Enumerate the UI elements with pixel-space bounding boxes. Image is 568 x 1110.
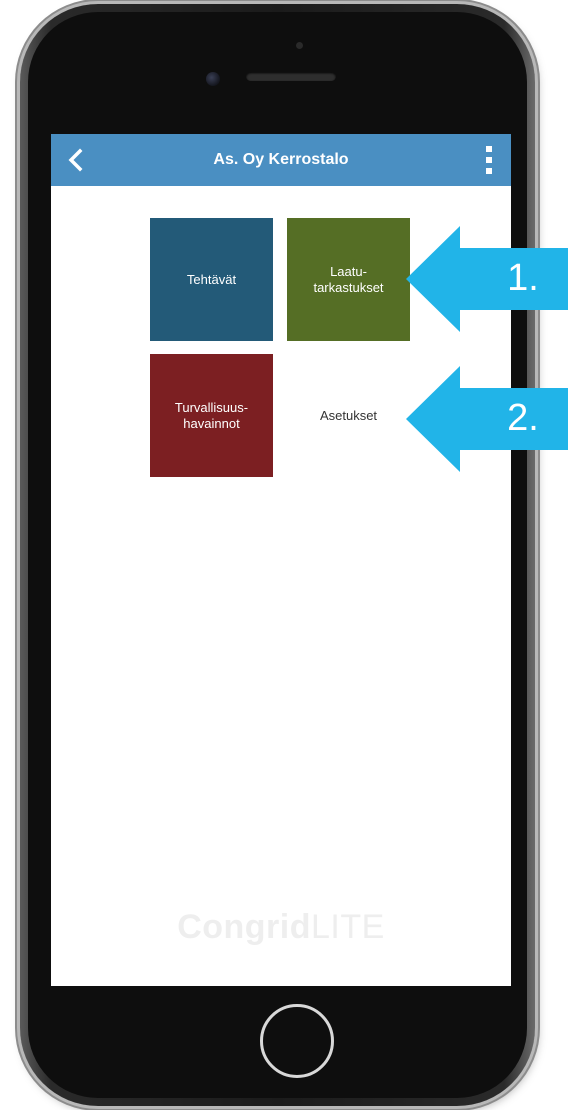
front-camera xyxy=(206,72,220,86)
tile-label: Asetukset xyxy=(319,407,378,423)
tile-label: Laatu- tarkastukset xyxy=(313,263,384,295)
back-button[interactable] xyxy=(61,144,93,176)
callout-label: 1. xyxy=(507,257,539,299)
menu-dot-icon xyxy=(486,157,492,163)
stage: As. Oy Kerrostalo Tehtävät Laatu- tarkas… xyxy=(0,0,568,1110)
page-title: As. Oy Kerrostalo xyxy=(213,151,349,168)
brand-name: Congrid xyxy=(177,908,311,946)
proximity-sensor xyxy=(296,42,303,49)
earpiece-speaker xyxy=(246,72,336,81)
callout-arrow-2: 2. xyxy=(388,366,568,472)
callout-label: 2. xyxy=(507,397,539,439)
tile-safety-observations[interactable]: Turvallisuus- havainnot xyxy=(150,354,273,477)
brand-logo: CongridLITE xyxy=(51,908,511,947)
chevron-left-icon xyxy=(68,148,83,172)
home-button[interactable] xyxy=(260,1004,334,1078)
menu-dot-icon xyxy=(486,146,492,152)
menu-dot-icon xyxy=(486,168,492,174)
tile-tasks[interactable]: Tehtävät xyxy=(150,218,273,341)
tile-label: Tehtävät xyxy=(186,271,237,287)
tile-label: Turvallisuus- havainnot xyxy=(174,399,249,431)
app-header: As. Oy Kerrostalo xyxy=(51,134,511,186)
overflow-menu-button[interactable] xyxy=(483,146,495,174)
brand-suffix: LITE xyxy=(311,908,385,946)
callout-arrow-1: 1. xyxy=(388,226,568,332)
